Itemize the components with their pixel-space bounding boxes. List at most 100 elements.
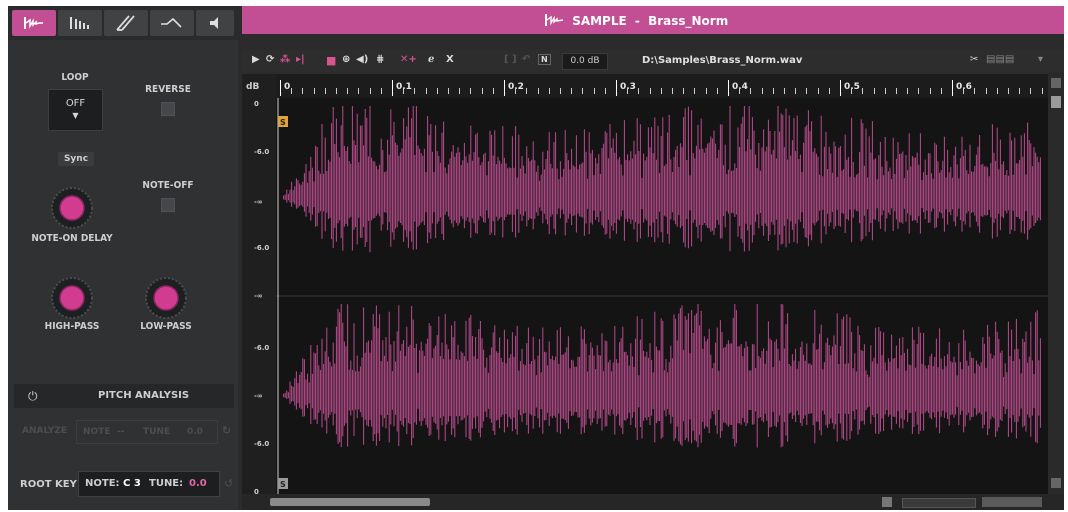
sample-start-marker[interactable]: S <box>278 116 288 127</box>
high-pass-label: HIGH-PASS <box>44 321 100 332</box>
sample-label: SAMPLE <box>572 14 627 28</box>
ruler-minor-tick <box>515 88 517 94</box>
scissors-icon[interactable]: ✂ <box>970 54 978 65</box>
sync-button[interactable]: Sync <box>58 152 94 166</box>
note-on-delay-label: NOTE-ON DELAY <box>31 233 113 244</box>
ruler-minor-tick <box>1019 88 1021 94</box>
pitch-icon <box>116 15 135 31</box>
vertical-scroll-thumb[interactable] <box>1051 96 1061 108</box>
ruler-major-tick <box>728 80 729 96</box>
play-icon[interactable]: ▶ <box>252 54 260 65</box>
ruler-minor-tick <box>425 88 427 94</box>
ruler-minor-tick <box>772 88 774 94</box>
root-note-label: NOTE: <box>85 478 120 489</box>
trim-icon[interactable]: ▸| <box>296 54 305 65</box>
waveform-left-channel <box>283 106 1041 253</box>
loop-dropdown[interactable]: OFF ▼ <box>48 89 103 131</box>
db-label: -6.0 <box>254 244 270 252</box>
waveform-plot[interactable]: SS <box>276 98 1048 494</box>
speaker-icon <box>210 17 218 29</box>
chevron-down-icon: ▼ <box>72 111 79 120</box>
ruler-major-tick <box>504 80 505 96</box>
waveform-display[interactable]: dB 0 -6.0 -∞ -6.0 -∞ -6.0 -∞ -6.0 0 0 0.1 0.2 0.3 0.4… <box>242 74 1064 510</box>
high-pass-knob[interactable] <box>50 276 94 320</box>
tab-sample[interactable] <box>12 10 56 36</box>
ruler-minor-tick <box>638 88 640 94</box>
horizontal-scrollbar[interactable] <box>242 494 1064 510</box>
root-tune-value[interactable]: 0.0 <box>189 478 207 489</box>
scroll-right-icon[interactable] <box>882 497 892 507</box>
ruler-minor-tick <box>795 88 797 94</box>
menu-icon[interactable]: ▾ <box>1038 54 1043 65</box>
ruler-minor-tick <box>907 88 909 94</box>
ruler-minor-tick <box>291 88 293 94</box>
ruler-minor-tick <box>705 88 707 94</box>
analysis-value: 0.0 <box>187 427 203 437</box>
ruler-minor-tick <box>470 88 472 94</box>
crossfade-icon[interactable]: ✕+ <box>400 54 417 65</box>
ruler-minor-tick <box>560 88 561 94</box>
ruler-minor-tick <box>660 88 662 94</box>
root-key-row: ROOT KEY NOTE: C 3 TUNE: 0.0 ↺ <box>16 471 236 497</box>
ruler-minor-tick <box>481 88 483 94</box>
tab-speaker[interactable] <box>196 10 234 36</box>
ruler-minor-tick <box>548 88 550 94</box>
loop-play-icon[interactable]: ⟳ <box>266 54 274 65</box>
ruler-time-label: 0 <box>284 82 291 92</box>
grid-icon[interactable]: ⋕ <box>376 54 384 65</box>
low-pass-label: LOW-PASS <box>140 321 192 332</box>
tab-slices[interactable] <box>58 10 102 36</box>
analyze-label: ANALYZE <box>22 426 67 436</box>
db-scale: dB 0 -6.0 -∞ -6.0 -∞ -6.0 -∞ -6.0 0 <box>242 74 276 496</box>
ruler-minor-tick <box>851 88 853 94</box>
root-key-box[interactable]: NOTE: C 3 TUNE: 0.0 <box>78 471 220 497</box>
select-icon[interactable]: ■ <box>326 54 336 67</box>
ruler-minor-tick <box>817 88 819 94</box>
zoom-buttons[interactable] <box>982 497 1042 507</box>
waveform-right-channel <box>283 304 1041 448</box>
horizontal-scroll-thumb[interactable] <box>270 498 430 506</box>
ruler-minor-tick <box>940 88 942 94</box>
zoom-icon[interactable]: ⊕ <box>342 54 350 65</box>
analysis-dash: -- <box>117 427 125 437</box>
reverse-label: REVERSE <box>145 84 191 95</box>
note-off-checkbox[interactable] <box>161 198 175 212</box>
note-off-label: NOTE-OFF <box>142 180 194 191</box>
scroll-up-icon[interactable] <box>1051 78 1061 88</box>
ruler-minor-tick <box>347 88 349 94</box>
db-label: -6.0 <box>254 440 270 448</box>
undo-icon[interactable]: ↶ <box>522 54 530 65</box>
ruler-minor-tick <box>694 88 696 94</box>
zoom-slider[interactable] <box>902 498 976 508</box>
root-note-value[interactable]: C 3 <box>123 478 141 489</box>
normalize-button[interactable]: N <box>538 54 551 65</box>
db-label: -6.0 <box>254 148 270 156</box>
note-on-delay-knob[interactable] <box>50 186 94 230</box>
vertical-scrollbar[interactable] <box>1048 74 1064 494</box>
sample-waveform-icon <box>545 14 564 26</box>
snap-icon[interactable]: ⁂ <box>280 54 290 65</box>
sample-end-marker[interactable]: S <box>278 478 288 489</box>
bracket-icon[interactable]: [ ] <box>504 54 517 65</box>
db-label: -∞ <box>254 392 263 400</box>
volume-field[interactable]: 0.0 dB <box>562 53 608 70</box>
reverse-checkbox[interactable] <box>161 102 175 116</box>
edit-icon[interactable]: ℯ <box>428 54 434 65</box>
reset-icon[interactable]: ↺ <box>224 477 233 490</box>
ruler-minor-tick <box>873 88 875 94</box>
ruler-minor-tick <box>358 88 360 94</box>
analysis-note: NOTE <box>83 427 111 437</box>
power-icon[interactable]: ⏻ <box>28 389 38 404</box>
ruler-minor-tick <box>974 88 976 94</box>
tab-pitch[interactable] <box>104 10 148 36</box>
ruler-minor-tick <box>537 88 539 94</box>
time-ruler[interactable]: 0 0.1 0.2 0.3 0.4 0.5 0.6 <box>276 74 1048 98</box>
tab-envelope[interactable] <box>150 10 194 36</box>
ruler-minor-tick <box>582 88 584 94</box>
scroll-down-icon[interactable] <box>1051 478 1061 488</box>
speaker-icon[interactable]: ◀) <box>356 54 368 65</box>
view-buttons-icon[interactable]: ▤▤▤ <box>986 54 1014 65</box>
ruler-minor-tick <box>436 88 438 94</box>
low-pass-knob[interactable] <box>144 276 188 320</box>
close-x[interactable]: X <box>446 54 454 65</box>
